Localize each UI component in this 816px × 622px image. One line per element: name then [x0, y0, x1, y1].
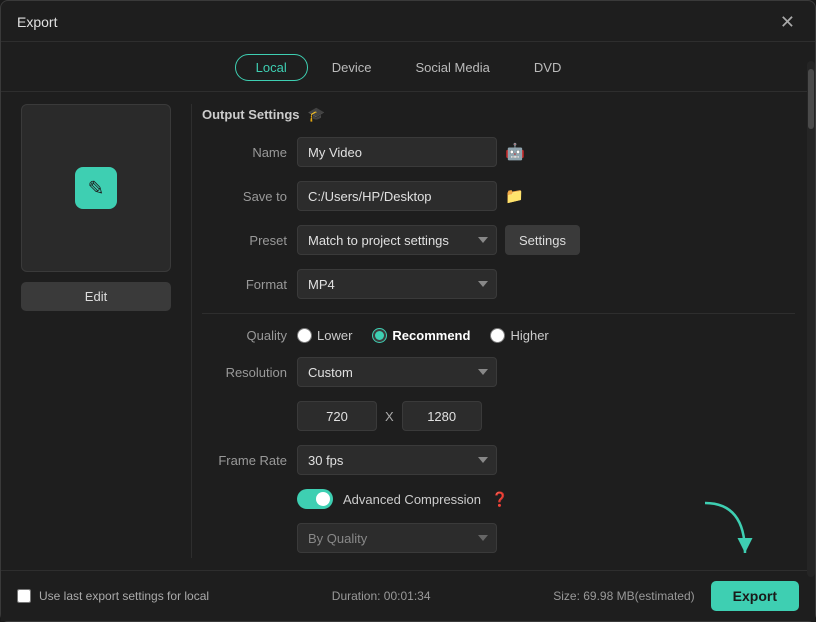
preset-row: Preset Match to project settings Custom …	[202, 225, 795, 255]
folder-icon[interactable]: 📁	[505, 187, 524, 205]
saveto-label: Save to	[202, 189, 287, 204]
quality-higher-label: Higher	[510, 328, 548, 343]
saveto-input-group: 📁	[297, 181, 524, 211]
preset-select[interactable]: Match to project settings Custom	[297, 225, 497, 255]
resolution-label: Resolution	[202, 365, 287, 380]
resolution-height-input[interactable]	[402, 401, 482, 431]
by-quality-select[interactable]: By Quality	[297, 523, 497, 553]
section-title: Output Settings	[202, 107, 300, 122]
ai-icon: 🤖	[505, 142, 525, 162]
last-settings-checkbox[interactable]	[17, 589, 31, 603]
quality-lower-option[interactable]: Lower	[297, 328, 352, 343]
format-row: Format MP4 MOV AVI MKV	[202, 269, 795, 299]
preview-thumbnail: ✎	[21, 104, 171, 272]
tab-device[interactable]: Device	[312, 54, 392, 81]
format-label: Format	[202, 277, 287, 292]
title-bar: Export ✕	[1, 1, 815, 42]
footer-right: Size: 69.98 MB(estimated) Export	[553, 581, 799, 611]
framerate-label: Frame Rate	[202, 453, 287, 468]
quality-label: Quality	[202, 328, 287, 343]
name-input[interactable]	[297, 137, 497, 167]
tab-local[interactable]: Local	[235, 54, 308, 81]
footer: Use last export settings for local Durat…	[1, 570, 815, 621]
settings-action-button[interactable]: Settings	[505, 225, 580, 255]
quality-row: Quality Lower Recommend Higher	[202, 328, 795, 343]
quality-recommend-label: Recommend	[392, 328, 470, 343]
settings-panel: Output Settings 🎓 Name 🤖 Save to 📁	[191, 104, 815, 558]
quality-higher-option[interactable]: Higher	[490, 328, 548, 343]
quality-options: Lower Recommend Higher	[297, 328, 549, 343]
resolution-select[interactable]: Custom 1920x1080 1280x720	[297, 357, 497, 387]
scrollbar-thumb	[808, 92, 814, 129]
name-row: Name 🤖	[202, 137, 795, 167]
format-select[interactable]: MP4 MOV AVI MKV	[297, 269, 497, 299]
quality-recommend-radio[interactable]	[372, 328, 387, 343]
name-label: Name	[202, 145, 287, 160]
name-input-group: 🤖	[297, 137, 525, 167]
section-header: Output Settings 🎓	[202, 104, 795, 123]
footer-left: Use last export settings for local	[17, 589, 209, 603]
scrollbar-track[interactable]	[807, 92, 815, 570]
divider	[202, 313, 795, 314]
quality-higher-radio[interactable]	[490, 328, 505, 343]
quality-recommend-option[interactable]: Recommend	[372, 328, 470, 343]
preset-input-group: Match to project settings Custom Setting…	[297, 225, 580, 255]
help-icon[interactable]: ❓	[491, 491, 508, 508]
framerate-select[interactable]: 30 fps 24 fps 25 fps 60 fps	[297, 445, 497, 475]
saveto-row: Save to 📁	[202, 181, 795, 211]
resolution-inputs: X	[297, 401, 795, 431]
by-quality-row: By Quality	[297, 523, 795, 553]
edit-button[interactable]: Edit	[21, 282, 171, 311]
resolution-row: Resolution Custom 1920x1080 1280x720	[202, 357, 795, 387]
resolution-width-input[interactable]	[297, 401, 377, 431]
advanced-compression-row: Advanced Compression ❓	[297, 489, 795, 509]
tabs-bar: Local Device Social Media DVD	[1, 42, 815, 92]
main-content: ✎ Edit Output Settings 🎓 Name 🤖 Save to	[1, 92, 815, 570]
advanced-compression-label: Advanced Compression	[343, 492, 481, 507]
preview-panel: ✎ Edit	[1, 104, 191, 558]
preview-edit-icon: ✎	[75, 167, 117, 209]
close-button[interactable]: ✕	[776, 11, 799, 33]
framerate-row: Frame Rate 30 fps 24 fps 25 fps 60 fps	[202, 445, 795, 475]
advanced-compression-toggle[interactable]	[297, 489, 333, 509]
dialog-title: Export	[17, 14, 57, 30]
resolution-x-separator: X	[385, 409, 394, 424]
settings-info-icon: 🎓	[308, 106, 325, 123]
quality-lower-label: Lower	[317, 328, 352, 343]
toggle-knob	[316, 492, 330, 506]
tab-social-media[interactable]: Social Media	[395, 54, 509, 81]
quality-lower-radio[interactable]	[297, 328, 312, 343]
last-settings-label: Use last export settings for local	[39, 589, 209, 603]
preset-label: Preset	[202, 233, 287, 248]
export-dialog: Export ✕ Local Device Social Media DVD ✎…	[0, 0, 816, 622]
export-button[interactable]: Export	[711, 581, 799, 611]
footer-duration: Duration: 00:01:34	[332, 589, 431, 603]
footer-size: Size: 69.98 MB(estimated)	[553, 589, 694, 603]
tab-dvd[interactable]: DVD	[514, 54, 581, 81]
saveto-input[interactable]	[297, 181, 497, 211]
